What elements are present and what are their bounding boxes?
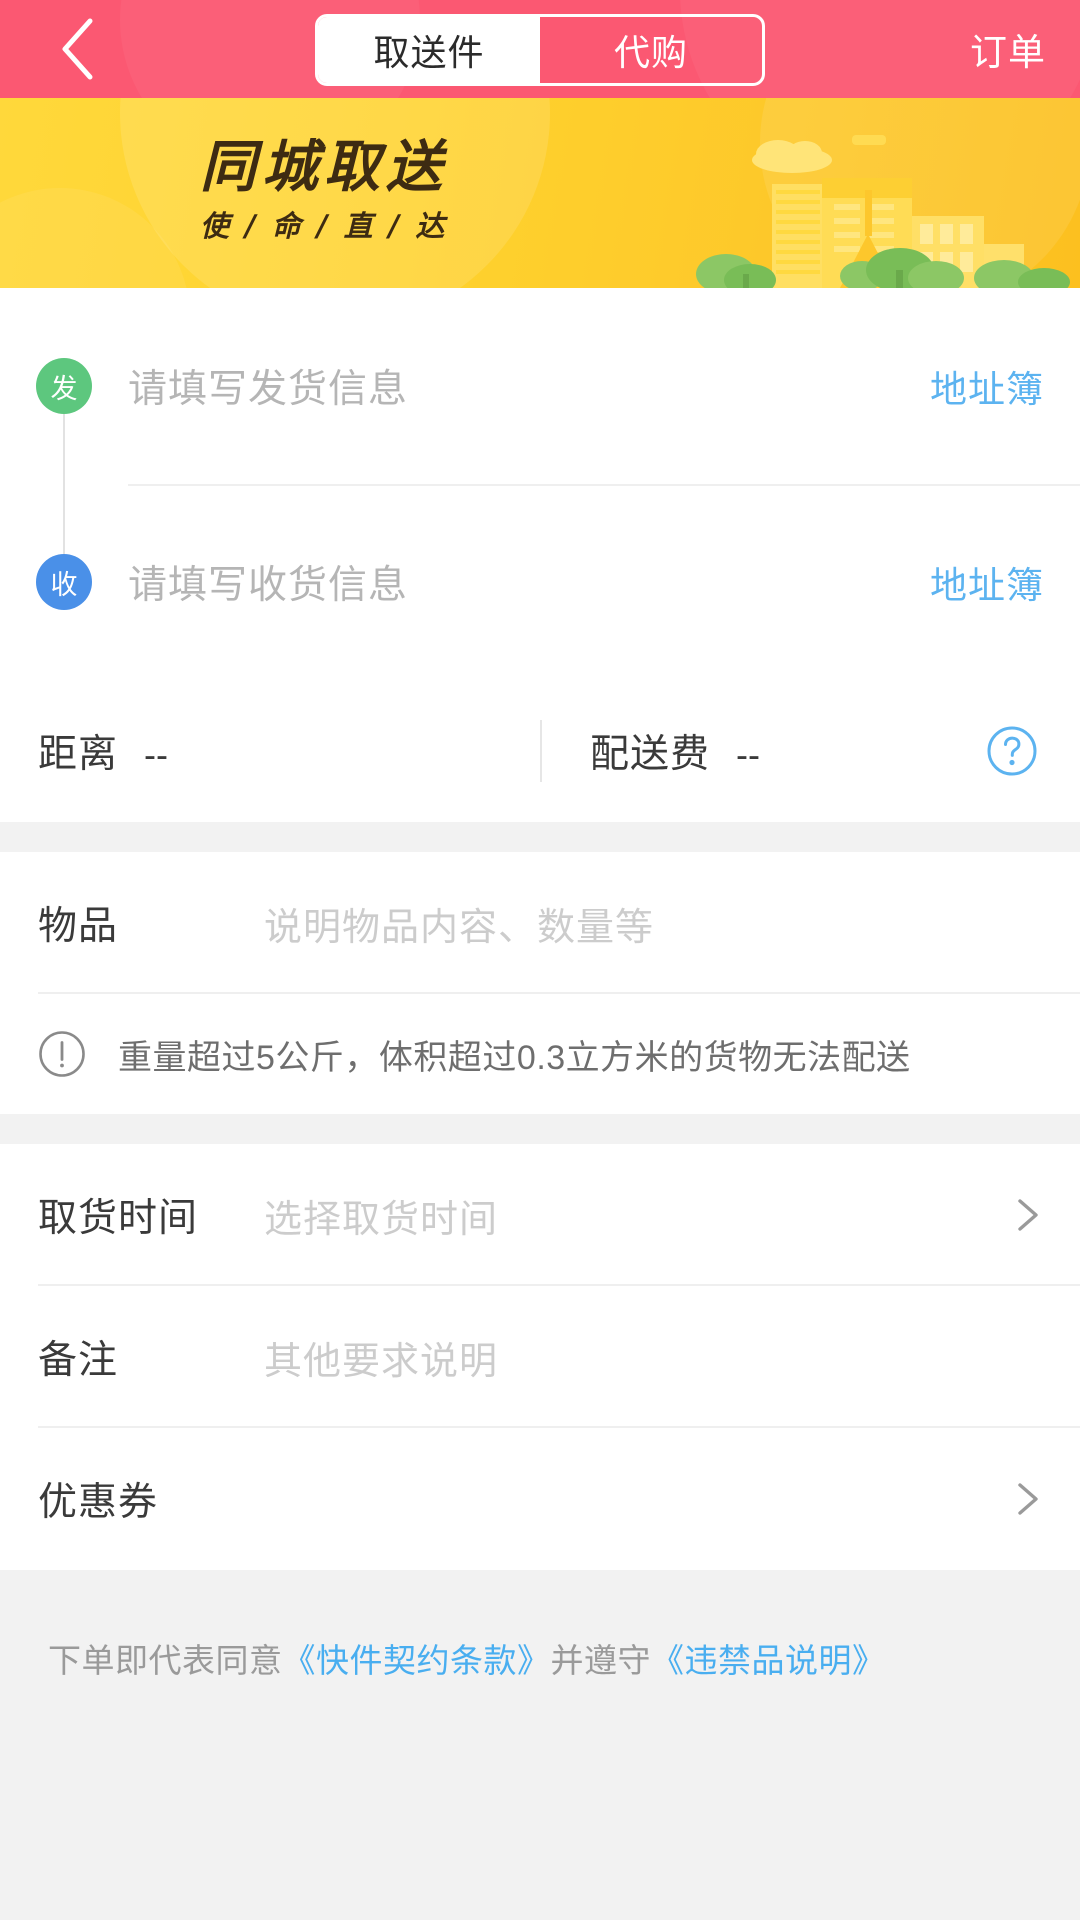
contract-terms-link[interactable]: 《快件契约条款》 xyxy=(283,1642,551,1679)
goods-label: 物品 xyxy=(38,905,119,948)
section-gap xyxy=(0,822,1080,852)
exclamation-circle-icon xyxy=(38,1030,86,1078)
mode-tab-group[interactable]: 取送件 代购 xyxy=(315,14,765,86)
banner-text-block: 同城取送 使 / 命 / 直 / 达 xyxy=(200,140,620,241)
orders-label: 订单 xyxy=(970,32,1046,73)
coupon-label: 优惠券 xyxy=(38,1481,159,1524)
receiver-addressbook-link[interactable]: 地址簿 xyxy=(930,555,1044,609)
distance-cell: 距离 -- xyxy=(0,723,540,779)
agreement-footer: 下单即代表同意《快件契约条款》并遵守《违禁品说明》 xyxy=(0,1570,1080,1682)
pickup-time-row[interactable]: 取货时间 选择取货时间 xyxy=(0,1144,1080,1286)
goods-row[interactable]: 物品 说明物品内容、数量等 xyxy=(0,852,1080,994)
remark-label: 备注 xyxy=(38,1339,119,1382)
vertical-separator xyxy=(540,720,542,782)
back-button[interactable] xyxy=(22,0,132,98)
prohibited-items-link[interactable]: 《违禁品说明》 xyxy=(651,1642,886,1679)
orders-button[interactable]: 订单 xyxy=(970,0,1046,98)
delivery-fee-value: -- xyxy=(736,734,760,775)
details-section: 取货时间 选择取货时间 备注 其他要求说明 优惠券 xyxy=(0,1144,1080,1570)
chevron-right-icon xyxy=(1010,1482,1044,1516)
distance-fee-row: 距离 -- 配送费 -- xyxy=(0,680,1080,822)
app-root: 取送件 代购 订单 同城取送 使 / 命 / 直 / 达 发 请填写发货信息 地… xyxy=(0,0,1080,1920)
tab-proxy-purchase-label: 代购 xyxy=(613,32,688,73)
chevron-left-icon xyxy=(57,16,97,82)
remark-input[interactable]: 其他要求说明 xyxy=(264,1330,1044,1385)
city-skyline-illustration xyxy=(696,135,1070,288)
sender-addressbook-link[interactable]: 地址簿 xyxy=(930,359,1044,413)
app-header: 取送件 代购 订单 xyxy=(0,0,1080,98)
distance-value: -- xyxy=(144,734,168,775)
sender-address-placeholder[interactable]: 请填写发货信息 xyxy=(128,358,930,414)
pickup-time-value[interactable]: 选择取货时间 xyxy=(264,1188,1010,1243)
delivery-fee-cell: 配送费 -- xyxy=(540,723,760,779)
banner-subtitle: 使 / 命 / 直 / 达 xyxy=(200,209,448,243)
distance-fee-section: 距离 -- 配送费 -- xyxy=(0,680,1080,822)
receiver-address-row[interactable]: 收 请填写收货信息 地址簿 xyxy=(0,484,1080,680)
question-circle-icon[interactable] xyxy=(986,725,1038,777)
chevron-right-icon xyxy=(1010,1198,1044,1232)
weight-notice-text: 重量超过5公斤，体积超过0.3立方米的货物无法配送 xyxy=(118,1038,911,1077)
sender-badge-icon: 发 xyxy=(36,358,92,414)
goods-section: 物品 说明物品内容、数量等 重量超过5公斤，体积超过0.3立方米的货物无法配送 xyxy=(0,852,1080,1114)
delivery-fee-label: 配送费 xyxy=(590,733,711,776)
receiver-badge-label: 收 xyxy=(50,569,78,600)
row-divider xyxy=(38,992,1080,994)
sender-address-row[interactable]: 发 请填写发货信息 地址簿 xyxy=(0,288,1080,486)
coupon-row[interactable]: 优惠券 xyxy=(0,1428,1080,1570)
receiver-address-placeholder[interactable]: 请填写收货信息 xyxy=(128,554,930,610)
promo-banner: 同城取送 使 / 命 / 直 / 达 xyxy=(0,98,1080,288)
route-connector-line xyxy=(63,414,65,554)
section-gap xyxy=(0,1114,1080,1144)
agreement-middle: 并遵守 xyxy=(550,1642,651,1679)
tab-pickup-delivery[interactable]: 取送件 xyxy=(318,17,540,83)
pickup-time-label: 取货时间 xyxy=(38,1197,199,1240)
tab-proxy-purchase[interactable]: 代购 xyxy=(540,17,762,83)
weight-notice-row: 重量超过5公斤，体积超过0.3立方米的货物无法配送 xyxy=(0,994,1080,1114)
receiver-badge-icon: 收 xyxy=(36,554,92,610)
goods-input[interactable]: 说明物品内容、数量等 xyxy=(264,896,1044,951)
agreement-text: 下单即代表同意《快件契约条款》并遵守《违禁品说明》 xyxy=(48,1634,1080,1682)
sender-badge-label: 发 xyxy=(50,373,78,404)
agreement-prefix: 下单即代表同意 xyxy=(48,1642,283,1679)
remark-row[interactable]: 备注 其他要求说明 xyxy=(0,1286,1080,1428)
address-section: 发 请填写发货信息 地址簿 收 请填写收货信息 地址簿 xyxy=(0,288,1080,680)
distance-label: 距离 xyxy=(38,733,119,776)
banner-title: 同城取送 xyxy=(200,135,448,200)
tab-pickup-delivery-label: 取送件 xyxy=(373,32,485,73)
